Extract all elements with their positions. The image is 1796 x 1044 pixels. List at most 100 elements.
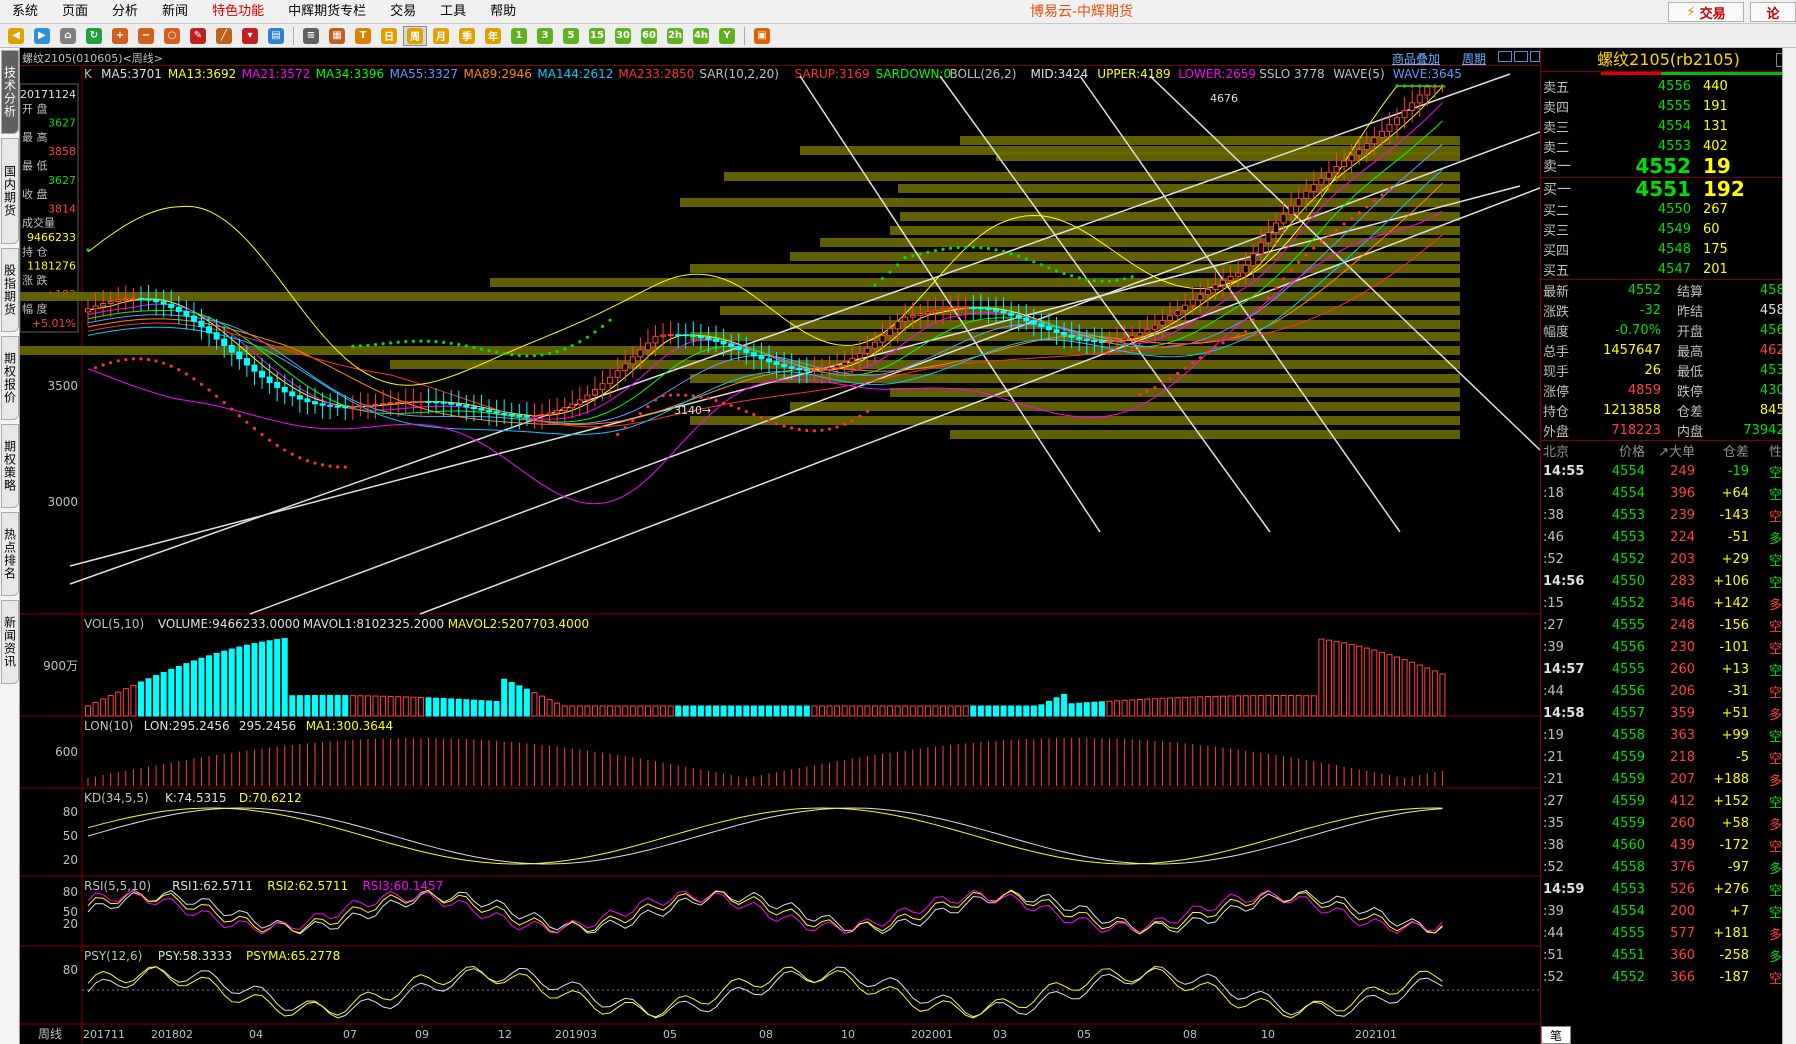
min60-icon: 60 (641, 27, 657, 44)
toolbar-refresh-button[interactable]: ↻ (82, 26, 106, 46)
sar-dot (184, 372, 188, 376)
forum-button[interactable]: 论 (1750, 2, 1796, 22)
legend-item: MAVOL1:8102325.2000 (303, 617, 444, 631)
sar-dot (699, 395, 703, 399)
left-tab-2[interactable]: 股指期货 (1, 248, 19, 332)
tick-header-cell: 仓差 (1722, 445, 1749, 460)
toolbar-hour2-button[interactable]: 2h (663, 26, 687, 46)
menu-item-4[interactable]: 特色功能 (200, 0, 276, 24)
toolbar-home-button[interactable]: ⌂ (56, 26, 80, 46)
toolbar-line-button[interactable]: ╱ (212, 26, 236, 46)
volume-bar (599, 705, 606, 717)
toolbar-hour4-button[interactable]: 4h (689, 26, 713, 46)
toolbar-tick-button[interactable]: T (351, 26, 375, 46)
toolbar-zoom-reset-button[interactable]: ○ (160, 26, 184, 46)
overlay-commodity-link[interactable]: 商品叠加 (1392, 50, 1440, 67)
sar-dot (1145, 389, 1149, 394)
menu-item-1[interactable]: 页面 (50, 0, 100, 24)
stat-value: -0.70% (1615, 322, 1661, 338)
left-tab-3[interactable]: 期权报价 (1, 336, 19, 420)
sar-dot (722, 401, 726, 405)
sar-dot (1054, 269, 1059, 273)
tick-volume: 203 (1670, 551, 1695, 567)
toolbar-chart-button[interactable]: ▤ (264, 26, 288, 46)
menu-item-6[interactable]: 交易 (378, 0, 428, 24)
left-tab-5[interactable]: 热点排名 (1, 512, 19, 596)
toolbar-min15-button[interactable]: 15 (585, 26, 609, 46)
candle-body (1015, 314, 1022, 319)
info-open: 3627 (48, 117, 76, 130)
menu-item-8[interactable]: 帮助 (478, 0, 528, 24)
sar-dot (1213, 345, 1218, 350)
toolbar-forward-button[interactable]: ▶ (30, 26, 54, 46)
candle-body (1310, 184, 1317, 192)
toolbar-min3-button[interactable]: 3 (533, 26, 557, 46)
tick-volume: 260 (1670, 661, 1695, 677)
candle-body (440, 401, 447, 404)
sar-dot (472, 345, 476, 350)
toolbar-min30-button[interactable]: 30 (611, 26, 635, 46)
tick-volume: 218 (1670, 749, 1695, 765)
orderbook-volume: 402 (1703, 138, 1728, 154)
kd-axis-label: 20 (63, 853, 78, 867)
left-tab-1[interactable]: 国内期货 (1, 138, 19, 244)
toolbar-quarter-button[interactable]: 季 (455, 26, 479, 46)
toolbar-table-button[interactable]: ▦ (325, 26, 349, 46)
window-mode-2-button[interactable] (1514, 51, 1528, 62)
toolbar-day-button[interactable]: 日 (377, 26, 401, 46)
period-link[interactable]: 周期 (1462, 50, 1486, 67)
info-pct: +5.01% (32, 317, 76, 330)
volume-bar (637, 705, 644, 717)
toolbar-year-button[interactable]: 年 (481, 26, 505, 46)
window-mode-3-button[interactable] (1530, 51, 1540, 62)
toolbar-list-button[interactable]: ≡ (299, 26, 323, 46)
toolbar-calc-button[interactable]: ▣ (750, 26, 774, 46)
orderbook-row: 买三 4549 60 (1541, 219, 1796, 239)
sar-dot (661, 394, 665, 398)
sar-dot (1274, 286, 1278, 290)
candle-body (221, 338, 228, 347)
menu-item-3[interactable]: 新闻 (150, 0, 200, 24)
volume-bar (281, 638, 288, 717)
candle-body (516, 414, 523, 417)
toolbar-back-button[interactable]: ◀ (4, 26, 28, 46)
toolbar-min5-button[interactable]: 5 (559, 26, 583, 46)
sar-dot (956, 245, 960, 250)
volume-bar (1159, 697, 1166, 717)
toolbar-draw-button[interactable]: ✎ (186, 26, 210, 46)
candle-body (168, 303, 175, 308)
tick-tab[interactable]: 笔 (1541, 1026, 1571, 1044)
toolbar-week-button[interactable]: 周 (403, 25, 427, 46)
left-tab-6[interactable]: 新闻资讯 (1, 600, 19, 684)
menu-item-2[interactable]: 分析 (100, 0, 150, 24)
sar-dot (222, 401, 226, 405)
volume-bar (1098, 701, 1105, 717)
toolbar-zoom-in-button[interactable]: + (108, 26, 132, 46)
panel-scrollbar[interactable] (1782, 48, 1796, 1044)
window-mode-1-button[interactable] (1498, 51, 1512, 62)
menu-item-7[interactable]: 工具 (428, 0, 478, 24)
kline-chart[interactable]: K MA5:3701 MA13:3692 MA21:3572 MA34:3396 MA55… (20, 66, 1540, 1044)
stat-key: 开盘 (1677, 324, 1704, 340)
toolbar-min1-button[interactable]: 1 (507, 26, 531, 46)
left-tab-0[interactable]: 技术分析 (1, 50, 19, 134)
tick-oi-change: -101 (1719, 639, 1749, 655)
volume-bar (622, 705, 629, 717)
sar-dot (169, 364, 173, 368)
volume-bar (720, 705, 727, 717)
toolbar-min60-button[interactable]: 60 (637, 26, 661, 46)
candle-body (1265, 232, 1272, 244)
toolbar-zoom-out-button[interactable]: − (134, 26, 158, 46)
left-tab-4[interactable]: 期权策略 (1, 424, 19, 508)
sar-dot (1160, 381, 1165, 385)
tick-time: :46 (1543, 529, 1564, 545)
toolbar-month-button[interactable]: 月 (429, 26, 453, 46)
volume-bar (894, 705, 901, 717)
volume-bar (100, 698, 107, 717)
toolbar-pin-button[interactable]: ▾ (238, 26, 262, 46)
trade-button[interactable]: ⚡ 交易 (1668, 2, 1744, 22)
menu-item-5[interactable]: 中辉期货专栏 (276, 0, 378, 24)
toolbar-custom-period-button[interactable]: Y (715, 26, 739, 46)
menu-item-0[interactable]: 系统 (0, 0, 50, 24)
orderbook-volume: 440 (1703, 78, 1728, 94)
